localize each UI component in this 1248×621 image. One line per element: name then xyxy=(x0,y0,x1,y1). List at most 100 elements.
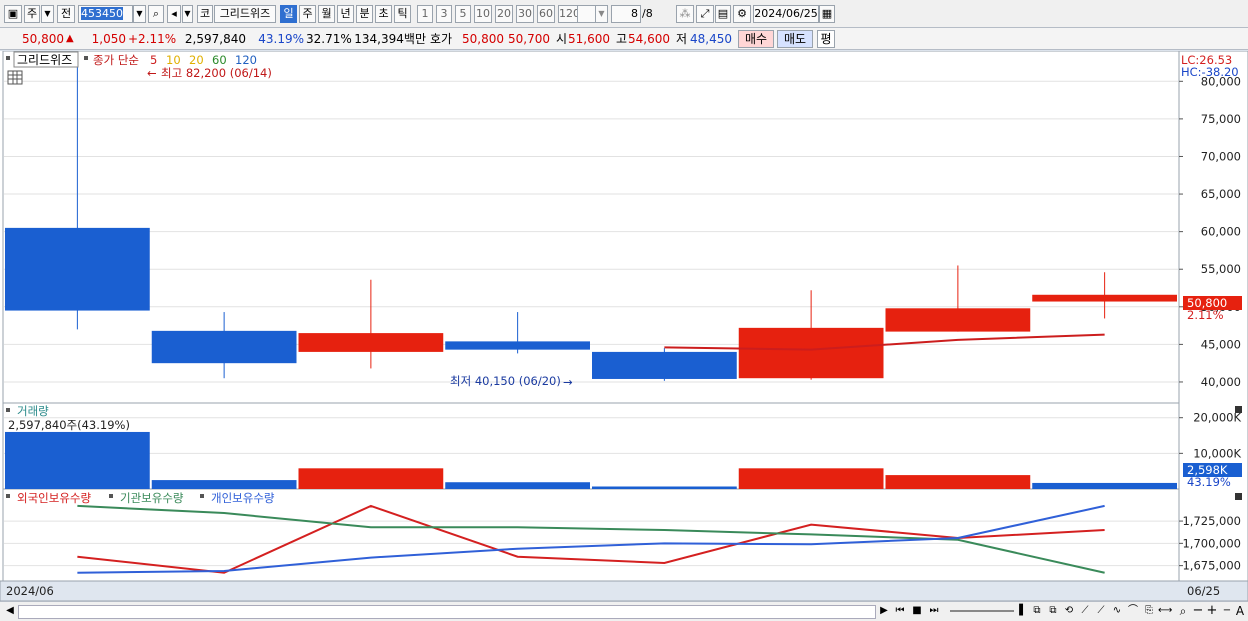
stock-code-text: 453450 xyxy=(81,7,123,20)
volume-bar[interactable] xyxy=(738,468,884,489)
volume-tick-label: 10,000K xyxy=(1193,446,1241,460)
price-tick-label: 45,000 xyxy=(1201,337,1241,351)
speaker-icon[interactable]: ◂ xyxy=(167,5,181,23)
period-tab[interactable]: 분 xyxy=(356,5,373,23)
all-market-button[interactable]: 전 xyxy=(57,5,75,23)
high-annotation-arrow-icon: ← xyxy=(147,66,157,80)
period-tab[interactable]: 년 xyxy=(337,5,354,23)
ma-period-label: 60 xyxy=(212,53,227,67)
arc-tool-icon[interactable]: ⌒ xyxy=(1126,604,1140,618)
layout-icon[interactable]: ⧉ xyxy=(1030,604,1044,618)
stock-name-field[interactable]: 그리드위즈 xyxy=(214,5,276,23)
volume-readout: 2,597,840주(43.19%) xyxy=(8,418,130,432)
holdings-legend-label: 개인보유수량 xyxy=(211,491,275,505)
zoom-out-icon[interactable]: − xyxy=(1192,604,1204,618)
stop-icon[interactable]: ■ xyxy=(910,604,924,618)
period-tab[interactable]: 주 xyxy=(299,5,316,23)
multi-chart-icon[interactable]: ⧉ xyxy=(1046,604,1060,618)
volume-bar[interactable] xyxy=(151,480,297,489)
minute-tab[interactable]: 20 xyxy=(495,5,513,23)
minute-tab[interactable]: 5 xyxy=(455,5,471,23)
volume-bar[interactable] xyxy=(885,475,1031,489)
window-menu-icon[interactable]: ▣ xyxy=(4,5,22,23)
scroll-left-icon[interactable]: ◀ xyxy=(4,604,16,618)
ma-period-label: 5 xyxy=(150,53,157,67)
legend-bullet-icon xyxy=(84,56,88,60)
wave-tool-icon[interactable]: ∿ xyxy=(1110,604,1124,618)
scroll-right-icon[interactable]: ▶ xyxy=(878,604,890,618)
candle-body[interactable] xyxy=(5,227,150,311)
interval-dropdown-icon[interactable]: ▼ xyxy=(595,5,608,23)
minute-tab[interactable]: 30 xyxy=(516,5,534,23)
volume-bar[interactable] xyxy=(298,468,444,489)
code-dropdown-icon[interactable]: ▼ xyxy=(133,5,146,23)
period-tab[interactable]: 초 xyxy=(375,5,392,23)
menu-icon[interactable]: − xyxy=(1220,604,1234,618)
font-size-icon[interactable]: A xyxy=(1234,604,1246,618)
low-annotation: 최저 40,150 (06/20) xyxy=(450,374,561,388)
fast-forward-icon[interactable]: ⏭ xyxy=(927,604,941,618)
price-tick-label: 70,000 xyxy=(1201,149,1241,163)
volume-bar[interactable] xyxy=(1032,482,1177,489)
trend-tool-icon[interactable]: ⟋ xyxy=(1094,604,1108,618)
volume-title: 거래량 xyxy=(17,404,49,418)
period-short-select[interactable]: 주 xyxy=(24,5,40,23)
volume-bar[interactable] xyxy=(5,431,150,489)
minute-tab[interactable]: 10 xyxy=(474,5,492,23)
copy-icon[interactable]: ⎘ xyxy=(1142,604,1156,618)
avg-price-button[interactable]: 평 xyxy=(817,30,835,48)
volume-value: 2,597,840 xyxy=(184,32,246,46)
save-icon[interactable]: ▤ xyxy=(715,5,731,23)
calendar-icon[interactable]: ▦ xyxy=(819,5,835,23)
ma-period-label: 120 xyxy=(235,53,257,67)
search-icon[interactable]: ⌕ xyxy=(148,5,164,23)
stock-code-input[interactable]: 453450 xyxy=(78,5,133,23)
horizontal-scrollbar[interactable] xyxy=(18,605,876,619)
period-tab[interactable]: 일 xyxy=(280,5,297,23)
quote-bar: 50,800 ▲ 1,050 +2.11% 2,597,840 43.19% 3… xyxy=(0,28,1248,50)
close-volume-panel-icon[interactable] xyxy=(1235,406,1242,413)
low-price: 48,450 xyxy=(690,32,732,46)
table-view-icon[interactable] xyxy=(7,70,23,85)
candle-body[interactable] xyxy=(445,341,590,350)
gear-icon[interactable]: ⚙ xyxy=(733,5,751,23)
candle-body[interactable] xyxy=(592,351,737,379)
candle-body[interactable] xyxy=(1032,294,1177,302)
close-holdings-panel-icon[interactable] xyxy=(1235,493,1242,500)
compare-icon[interactable]: ⁂ xyxy=(676,5,694,23)
candle-body[interactable] xyxy=(298,333,444,352)
bid-label: 호가 xyxy=(430,32,453,46)
volume-bar[interactable] xyxy=(445,482,590,489)
zoom-handle-icon[interactable]: ▌ xyxy=(1016,604,1030,618)
period-tab[interactable]: 틱 xyxy=(394,5,411,23)
candle-body[interactable] xyxy=(885,308,1031,332)
sell-button[interactable]: 매도 xyxy=(777,30,813,48)
minute-tab[interactable]: 1 xyxy=(417,5,433,23)
candle-body[interactable] xyxy=(151,330,297,364)
holdings-tick-label: 1,675,000 xyxy=(1182,559,1241,573)
draw-tool-icon[interactable]: ⤢ xyxy=(696,5,714,23)
zoom-in-icon[interactable]: + xyxy=(1206,604,1218,618)
chevron-down-icon[interactable]: ▼ xyxy=(41,5,54,23)
link-icon[interactable]: ⟷ xyxy=(1158,604,1172,618)
minute-tab[interactable]: 3 xyxy=(436,5,452,23)
ma-period-label: 20 xyxy=(189,53,204,67)
line-tool-icon[interactable]: ⟋ xyxy=(1078,604,1092,618)
minute-tab[interactable]: 60 xyxy=(537,5,555,23)
chart-svg[interactable]: 40,00045,00050,00055,00060,00065,00070,0… xyxy=(0,51,1248,601)
speaker-dropdown-icon[interactable]: ▼ xyxy=(182,5,193,23)
period-tab[interactable]: 월 xyxy=(318,5,335,23)
reset-icon[interactable]: ⟲ xyxy=(1062,604,1076,618)
minute-tab[interactable]: 120 xyxy=(558,5,578,23)
page-count-input[interactable]: 8 xyxy=(611,5,641,23)
zoom-slider[interactable] xyxy=(950,610,1014,612)
volume-bar[interactable] xyxy=(592,486,737,489)
price-tick-label: 75,000 xyxy=(1201,112,1241,126)
magnifier-icon[interactable]: ⌕ xyxy=(1176,604,1190,618)
chart-area[interactable]: 40,00045,00050,00055,00060,00065,00070,0… xyxy=(0,51,1248,601)
price-tick-label: 40,000 xyxy=(1201,375,1241,389)
candle-body[interactable] xyxy=(738,327,884,379)
buy-button[interactable]: 매수 xyxy=(738,30,774,48)
rewind-icon[interactable]: ⏮ xyxy=(893,604,907,618)
date-input[interactable]: 2024/06/25 xyxy=(753,5,819,23)
